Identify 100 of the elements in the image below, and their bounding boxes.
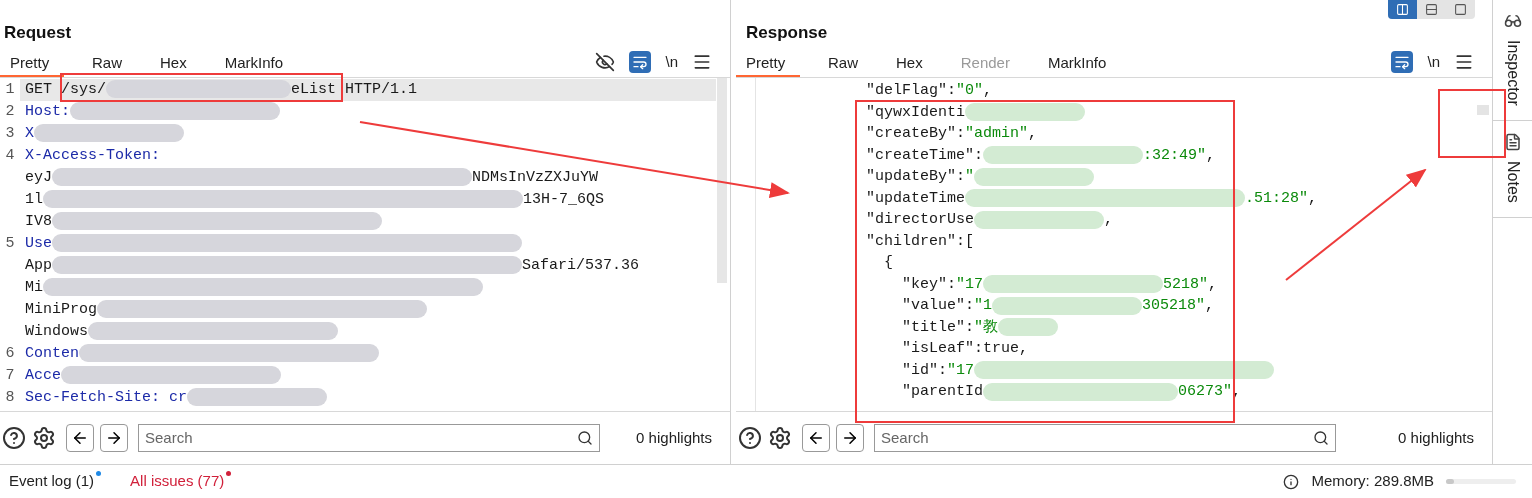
code-token: Windows — [25, 323, 88, 340]
code-token: eyJ — [25, 169, 52, 186]
tab[interactable]: Pretty — [736, 51, 800, 77]
line-number: 8 — [5, 389, 15, 406]
memory-label: Memory: 289.8MB — [1311, 471, 1434, 492]
scrollbar[interactable] — [717, 78, 727, 283]
document-icon — [1503, 132, 1522, 151]
code-token: , — [1208, 274, 1218, 295]
code-token: :32:49" — [1143, 145, 1207, 166]
forward-button[interactable] — [836, 424, 864, 452]
all-issues-link[interactable]: All issues (77) — [130, 470, 225, 493]
code-token: 06273" — [1178, 382, 1233, 402]
code-token: "教 — [974, 317, 999, 338]
settings-icon[interactable] — [32, 426, 56, 450]
line-number: 5 — [5, 235, 15, 252]
scroll-marker — [1477, 105, 1489, 115]
tab[interactable]: Raw — [818, 51, 868, 77]
code-token: Conten — [25, 345, 79, 362]
info-icon — [1283, 473, 1300, 490]
line-number: 2 — [5, 103, 15, 120]
code-token: .51:28" — [1245, 188, 1309, 209]
code-token: { — [884, 253, 893, 273]
event-log-link[interactable]: Event log (1) — [9, 470, 95, 493]
code-token: "createBy": — [866, 124, 966, 144]
highlights-count: 0 highlights — [1398, 427, 1474, 448]
code-token: Safari/537.36 — [522, 257, 640, 274]
code-token: 1l — [25, 191, 43, 208]
layout-icon — [1454, 3, 1467, 16]
code-token: [ — [965, 231, 975, 252]
code-token: "0" — [956, 81, 984, 101]
code-token: "delFlag": — [866, 81, 956, 101]
code-token: App — [25, 257, 52, 274]
code-token: " — [965, 167, 975, 187]
code-token: "createTime": — [866, 145, 984, 166]
search-field[interactable]: Search — [874, 424, 1336, 452]
code-token: Use — [25, 235, 52, 252]
tab[interactable]: Hex — [150, 51, 197, 77]
right-arrow-icon — [105, 429, 123, 447]
line-number: 1 — [5, 81, 15, 98]
code-token: X — [25, 125, 34, 142]
code-token: 5218" — [1163, 274, 1209, 295]
code-token: "isLeaf": — [902, 339, 983, 359]
code-token: MiniProg — [25, 301, 97, 318]
help-icon[interactable] — [2, 426, 26, 450]
back-button[interactable] — [66, 424, 94, 452]
code-token: "value": — [902, 296, 974, 316]
code-token: true, — [983, 339, 1029, 359]
redacted-block — [998, 318, 1059, 337]
code-token: "directorUse — [866, 210, 975, 230]
wrap-toggle[interactable] — [1391, 50, 1414, 73]
code-token: "title": — [902, 317, 974, 338]
code-token: 13H-7_6QS — [523, 191, 605, 208]
code-token: "qywxIdenti — [866, 102, 966, 123]
code-token: IV8 — [25, 213, 52, 230]
panel-title: Response — [746, 21, 828, 44]
code-token: "key": — [902, 274, 956, 295]
code-token: , — [1028, 124, 1038, 144]
side-tab[interactable]: Notes — [1493, 120, 1532, 218]
tab[interactable]: MarkInfo — [1037, 51, 1117, 77]
code-token: eList HTTP/1.1 — [291, 81, 418, 98]
code-token: "17 — [956, 274, 984, 295]
layout-icon — [1425, 3, 1438, 16]
search-icon — [1313, 430, 1329, 446]
layout-toggle[interactable] — [1388, 0, 1417, 19]
glasses-icon — [1503, 12, 1522, 30]
side-tab[interactable]: Inspector — [1493, 0, 1532, 121]
code-token: Mi — [25, 279, 43, 296]
help-icon[interactable] — [738, 426, 762, 450]
code-token: , — [983, 81, 993, 101]
back-button[interactable] — [802, 424, 830, 452]
tab[interactable]: Pretty — [0, 51, 64, 77]
line-number: 4 — [5, 147, 15, 164]
tab[interactable]: MarkInfo — [214, 51, 294, 77]
forward-button[interactable] — [100, 424, 128, 452]
code-token: "admin" — [965, 124, 1029, 144]
highlights-count: 0 highlights — [636, 427, 712, 448]
code-token: Acce — [25, 367, 61, 384]
newline-toggle[interactable]: \n — [1427, 50, 1440, 73]
code-token: X-Access-Token: — [25, 147, 161, 164]
code-token: , — [1104, 210, 1114, 230]
code-token: Host: — [25, 103, 70, 120]
settings-icon[interactable] — [768, 426, 792, 450]
search-field[interactable]: Search — [138, 424, 600, 452]
line-number: 7 — [5, 367, 15, 384]
code-token: "children": — [866, 231, 966, 252]
code-token: 305218" — [1142, 296, 1206, 316]
wrap-toggle[interactable] — [629, 50, 652, 73]
search-input[interactable]: Search — [145, 426, 577, 450]
code-token: , — [1206, 145, 1216, 166]
tab[interactable]: Hex — [886, 51, 933, 77]
layout-icon — [1396, 3, 1409, 16]
hidden-eye-icon[interactable] — [595, 51, 616, 72]
code-token: "updateTime — [866, 188, 966, 209]
line-number: 6 — [5, 345, 15, 362]
newline-toggle[interactable]: \n — [665, 50, 678, 73]
search-input[interactable]: Search — [881, 426, 1313, 450]
code-token: , — [1308, 188, 1318, 209]
panel-title: Request — [4, 21, 72, 44]
tab[interactable]: Raw — [82, 51, 132, 77]
code-token: , — [1205, 296, 1215, 316]
